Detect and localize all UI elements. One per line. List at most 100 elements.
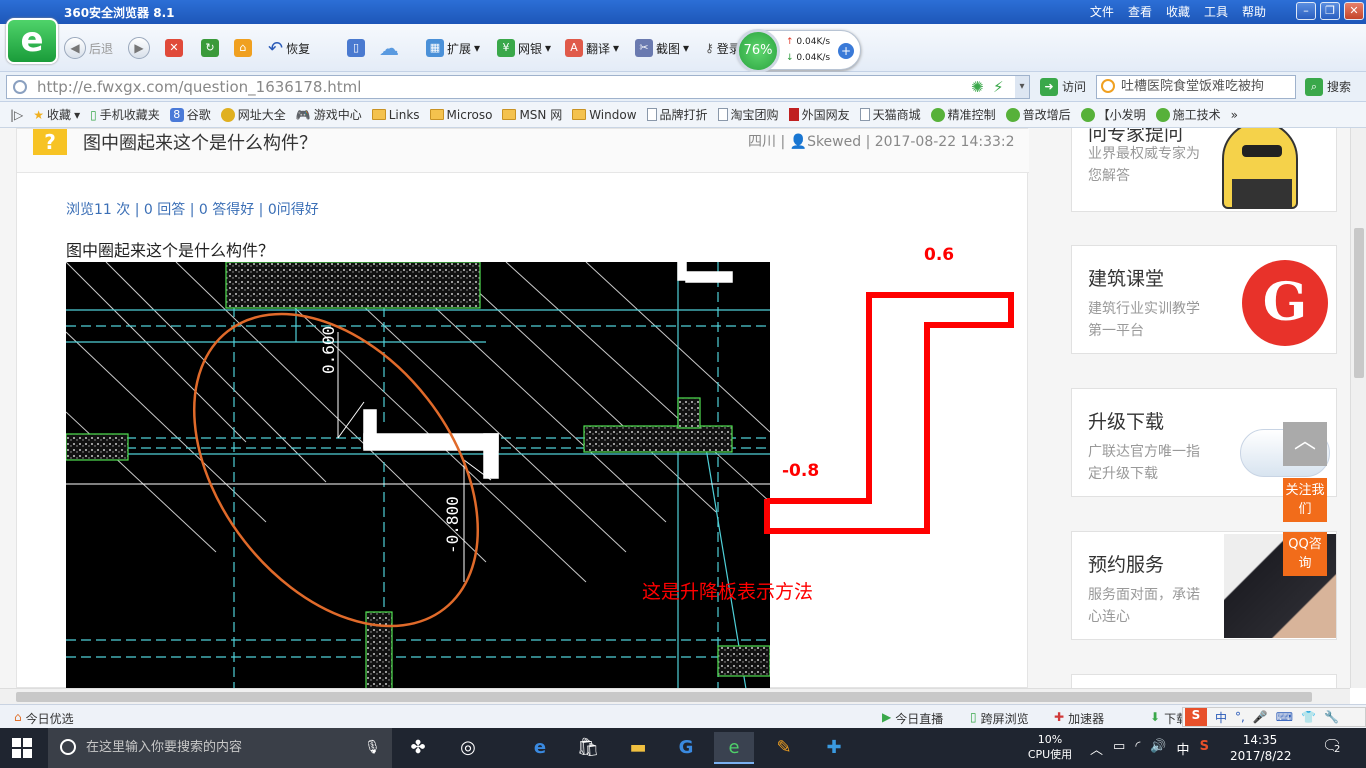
- punctuation-icon[interactable]: °,: [1235, 710, 1245, 724]
- daily-picks-button[interactable]: ⌂ 今日优选: [14, 710, 74, 727]
- follow-us-button[interactable]: 关注我们: [1283, 478, 1327, 522]
- wrench-icon[interactable]: 🔧: [1324, 710, 1339, 724]
- sidebar-card-more[interactable]: [1071, 674, 1337, 688]
- back-to-top-button[interactable]: ︿: [1283, 422, 1327, 466]
- taskbar-360browser-icon[interactable]: e: [714, 732, 754, 764]
- bookmark-control[interactable]: 精准控制: [930, 106, 996, 123]
- vertical-scroll-thumb[interactable]: [1354, 228, 1364, 378]
- bookmark-links[interactable]: Links: [371, 108, 420, 122]
- taskbar-app-360-icon[interactable]: ◎: [448, 732, 488, 764]
- bookmark-tax[interactable]: 普改增后: [1005, 106, 1071, 123]
- taskbar-glodon-icon[interactable]: G: [666, 732, 706, 764]
- taskbar-explorer-icon[interactable]: ▬: [618, 732, 658, 764]
- back-button[interactable]: ◀ 后退: [64, 36, 113, 60]
- add-icon[interactable]: +: [838, 43, 854, 59]
- meta-user[interactable]: Skewed: [807, 134, 861, 150]
- taskbar-edge-icon[interactable]: e: [520, 732, 560, 764]
- url-dropdown-icon[interactable]: ▾: [1015, 76, 1029, 98]
- horizontal-scroll-thumb[interactable]: [16, 692, 1312, 702]
- bookmark-tmall[interactable]: 天猫商城: [859, 106, 921, 123]
- menu-view[interactable]: 查看: [1128, 3, 1152, 20]
- screenshot-button[interactable]: ✂ 截图 ▾: [635, 36, 689, 60]
- stop-button[interactable]: ✕: [165, 36, 183, 60]
- bookmark-red-icon: [788, 108, 799, 121]
- restore-button[interactable]: ↶ 恢复: [268, 36, 310, 60]
- taskbar-notes-icon[interactable]: ✎: [764, 732, 804, 764]
- bookmark-foreign[interactable]: 外国网友: [788, 106, 850, 123]
- refresh-button[interactable]: ↻: [201, 36, 219, 60]
- bookmark-msn[interactable]: MSN 网: [502, 106, 562, 123]
- extensions-button[interactable]: ▦ 扩展 ▾: [426, 36, 480, 60]
- bookmark-construction[interactable]: 施工技术: [1155, 106, 1221, 123]
- bank-button[interactable]: ¥ 网银 ▾: [497, 36, 551, 60]
- vertical-scrollbar[interactable]: [1350, 128, 1366, 688]
- cross-screen-button[interactable]: ▯ 跨屏浏览: [970, 710, 1029, 727]
- bookmark-google[interactable]: 8 谷歌: [169, 106, 211, 123]
- horizontal-scrollbar[interactable]: [0, 688, 1350, 704]
- tray-volume-icon[interactable]: 🔊: [1150, 739, 1166, 758]
- live-button[interactable]: ▶ 今日直播: [882, 710, 943, 727]
- url-input[interactable]: http://e.fwxgx.com/question_1636178.html…: [6, 75, 1030, 99]
- cpu-meter[interactable]: 10% CPU使用: [1024, 732, 1076, 762]
- action-center-icon[interactable]: 🗨 2: [1322, 736, 1348, 760]
- tray-wifi-icon[interactable]: ◜: [1135, 739, 1140, 758]
- menu-favorites[interactable]: 收藏: [1166, 3, 1190, 20]
- menu-file[interactable]: 文件: [1090, 3, 1114, 20]
- taskbar-app-fan-icon[interactable]: ✤: [398, 732, 438, 764]
- minimize-button[interactable]: –: [1296, 2, 1316, 20]
- bookmarks-more-icon[interactable]: »: [1231, 108, 1238, 122]
- skin-icon[interactable]: 👕: [1301, 710, 1316, 724]
- close-button[interactable]: ✕: [1344, 2, 1364, 20]
- sogou-icon: S: [1185, 708, 1207, 726]
- card-subtitle: 业界最权威专家为您解答: [1088, 146, 1200, 184]
- keyboard-icon[interactable]: ⌨: [1276, 710, 1293, 724]
- maximize-button[interactable]: ❐: [1320, 2, 1340, 20]
- go-arrow-icon: ➜: [1040, 78, 1058, 96]
- bookmark-microsoft[interactable]: Microso: [429, 108, 492, 122]
- lightning-icon[interactable]: ⚡: [993, 76, 1004, 98]
- start-button-icon[interactable]: [12, 738, 32, 758]
- menu-help[interactable]: 帮助: [1242, 3, 1266, 20]
- accelerator-button[interactable]: ✚ 加速器: [1054, 710, 1104, 727]
- mobile-button[interactable]: ▯: [347, 36, 365, 60]
- mic-icon[interactable]: 🎙: [364, 728, 381, 768]
- qq-consult-button[interactable]: QQ咨询: [1283, 532, 1327, 576]
- ime-chinese-icon[interactable]: 中: [1215, 709, 1227, 726]
- bookmark-sites[interactable]: 网址大全: [220, 106, 286, 123]
- tray-network-icon[interactable]: ▭: [1113, 739, 1125, 758]
- bookmark-games[interactable]: 🎮 游戏中心: [296, 106, 362, 123]
- taskbar-search-input[interactable]: 在这里输入你要搜索的内容 🎙: [48, 728, 392, 768]
- bookmark-mobile[interactable]: ▯ 手机收藏夹: [90, 106, 160, 123]
- system-tray[interactable]: ︿ ▭ ◜ 🔊 中 S: [1090, 739, 1209, 758]
- go-button[interactable]: ➜ 访问: [1040, 78, 1086, 96]
- search-input[interactable]: 吐槽医院食堂饭难吃被拘: [1096, 75, 1296, 99]
- cloud-button[interactable]: ☁: [379, 36, 399, 60]
- microphone-icon[interactable]: 🎤: [1253, 710, 1268, 724]
- taskbar-store-icon[interactable]: 🛍: [568, 732, 608, 764]
- translate-button[interactable]: A 翻译 ▾: [565, 36, 619, 60]
- sidebar-card-course[interactable]: 建筑课堂 建筑行业实训教学第一平台 G: [1071, 245, 1337, 354]
- sidebar-card-expert[interactable]: 问专家提问 业界最权威专家为您解答: [1071, 128, 1337, 212]
- taskbar-app-plus-icon[interactable]: ✚: [814, 732, 854, 764]
- bookmarks-toggle-icon[interactable]: |▷: [10, 108, 23, 122]
- tray-ime[interactable]: 中: [1177, 739, 1190, 758]
- ime-toolbar[interactable]: S 中 °, 🎤 ⌨ 👕 🔧: [1182, 707, 1366, 727]
- bookmark-taobao[interactable]: 淘宝团购: [717, 106, 779, 123]
- taskbar-clock[interactable]: 14:35 2017/8/22: [1230, 732, 1292, 764]
- network-speed-widget[interactable]: 76% ↑ 0.04K/s ↓ 0.04K/s +: [736, 29, 861, 73]
- menu-tools[interactable]: 工具: [1204, 3, 1228, 20]
- tray-sogou-icon[interactable]: S: [1200, 739, 1209, 758]
- bookmark-invention[interactable]: 【小发明: [1080, 106, 1146, 123]
- forward-button[interactable]: ▶: [128, 36, 150, 60]
- search-button[interactable]: ⌕ 搜索: [1305, 78, 1351, 96]
- question-mark-icon: ?: [33, 129, 67, 155]
- home-button[interactable]: ⌂: [234, 36, 252, 60]
- bookmark-brand[interactable]: 品牌打折: [646, 106, 708, 123]
- question-header: ? 图中圈起来这个是什么构件？ 四川 | 👤Skewed | 2017-08-2…: [17, 129, 1029, 173]
- tray-expand-icon[interactable]: ︿: [1090, 739, 1103, 758]
- bookmark-windows[interactable]: Window: [572, 108, 637, 122]
- speed-mode-icon[interactable]: ✺: [971, 76, 984, 98]
- star-icon: ★: [33, 107, 45, 122]
- browser-logo-icon[interactable]: e: [6, 18, 58, 64]
- bookmark-favorites[interactable]: ★ 收藏 ▾: [33, 106, 80, 123]
